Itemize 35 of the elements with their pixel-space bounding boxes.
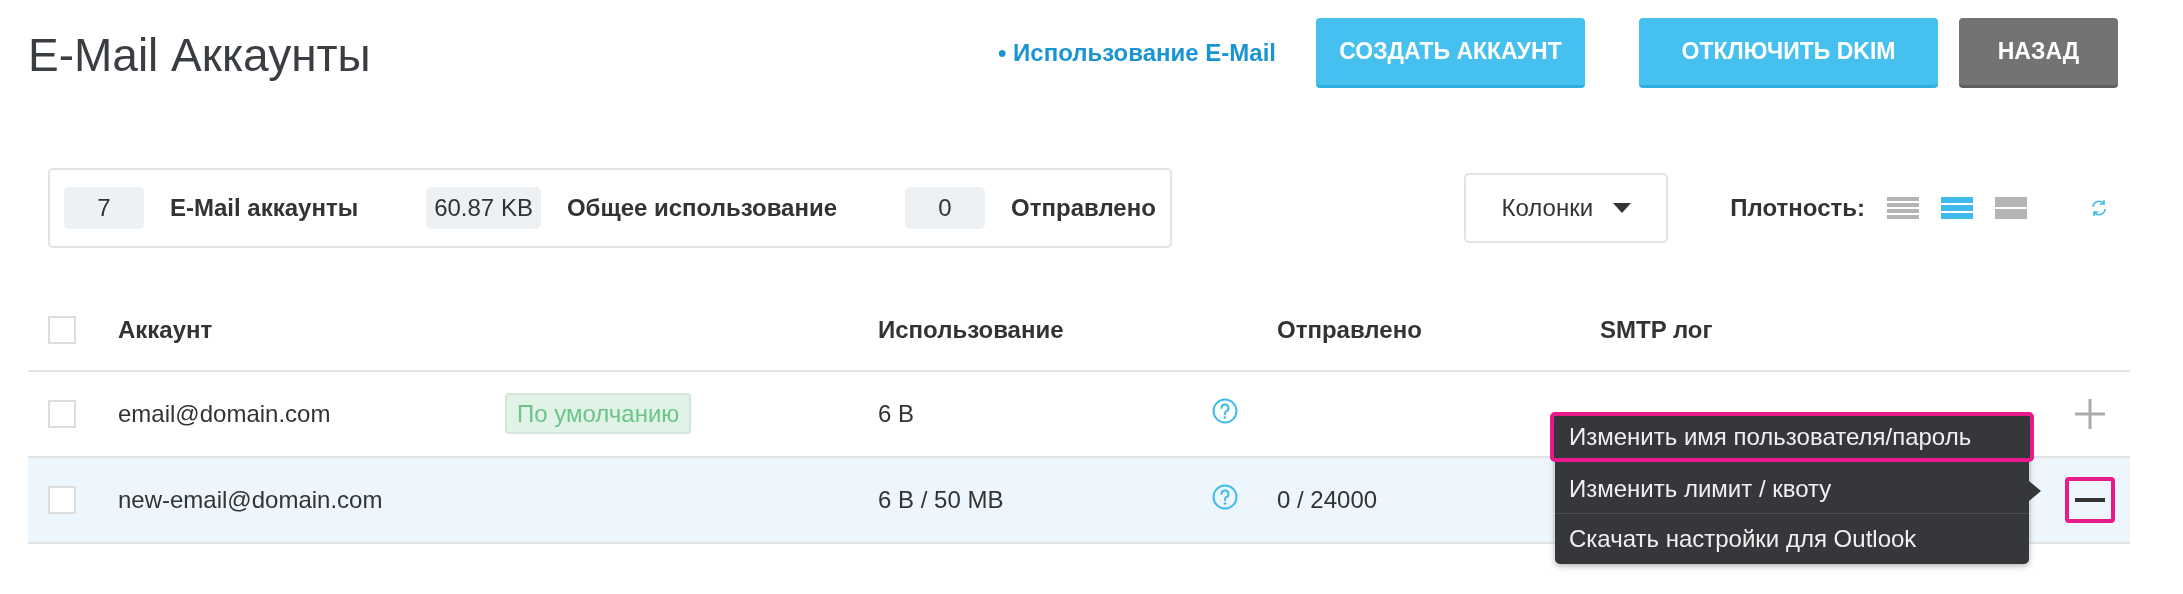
collapse-button[interactable] (2065, 477, 2115, 523)
help-icon[interactable] (1212, 398, 1238, 424)
default-badge: По умолчанию (505, 393, 692, 434)
plus-icon (2075, 399, 2105, 429)
checkbox[interactable] (48, 316, 76, 344)
account-cell-text: email@domain.com (118, 400, 332, 428)
stat-value: 0 (905, 187, 986, 229)
columns-dropdown[interactable]: Колонки (1464, 173, 1669, 243)
column-header: Использование (878, 316, 1065, 344)
column-header: SMTP лог (1600, 316, 1714, 344)
density-icon[interactable] (1995, 197, 2027, 219)
usage-cell-text: 6 B (878, 400, 916, 428)
refresh-icon[interactable] (2089, 198, 2109, 218)
stat-label: Отправлено (1011, 194, 1156, 222)
sent-cell: 0 / 24000 (1277, 486, 1378, 513)
usage-cell-text: 6 B / 50 MB (878, 486, 1005, 514)
column-header: Отправлено (1277, 316, 1423, 344)
stat-value: 60.87 KB (426, 187, 541, 229)
stat-value: 7 (64, 187, 144, 229)
density-icon[interactable] (1887, 197, 1919, 219)
density-label: Плотность: (1730, 194, 1865, 222)
account-cell-text: new-email@domain.com (118, 486, 384, 514)
menu-item[interactable]: Изменить лимит / квоту (1555, 464, 2029, 514)
menu-item[interactable]: Изменить имя пользователя/пароль (1550, 412, 2034, 462)
column-header: Аккаунт (118, 316, 214, 344)
minus-icon (2075, 498, 2105, 502)
checkbox[interactable] (48, 400, 76, 428)
help-icon[interactable] (1212, 484, 1238, 510)
stat-label: Общее использование (566, 194, 838, 222)
page-title: E-Mail Аккаунты (28, 28, 371, 82)
stat-label: E-Mail аккаунты (170, 194, 359, 222)
checkbox[interactable] (48, 486, 76, 514)
density-icon[interactable] (1941, 197, 1973, 219)
caret-icon (1613, 203, 1632, 213)
action-button[interactable]: НАЗАД (1959, 18, 2118, 88)
